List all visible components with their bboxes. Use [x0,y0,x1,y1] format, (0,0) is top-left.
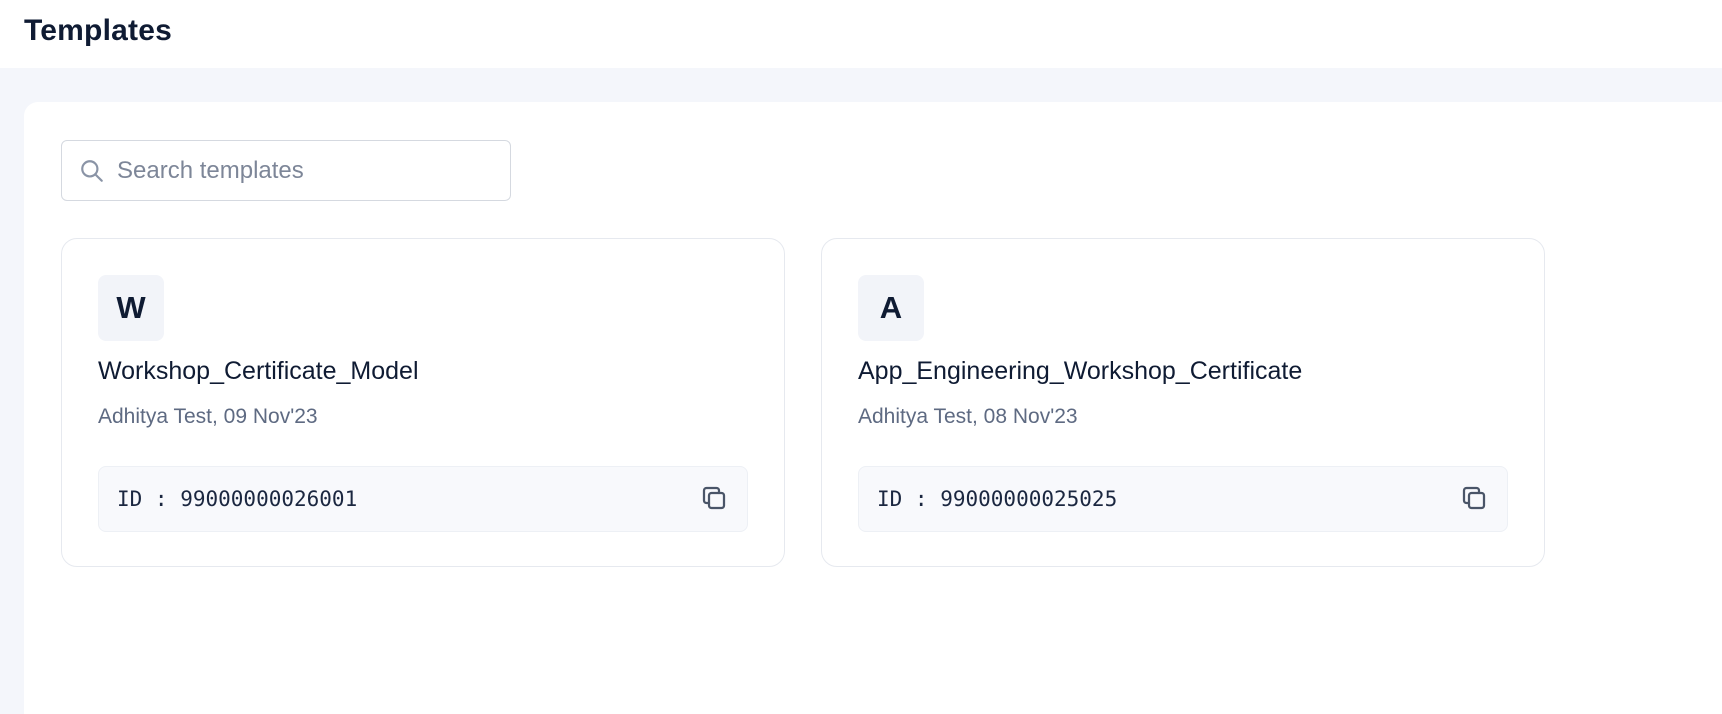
template-id-box: ID : 99000000025025 [858,466,1508,532]
copy-icon[interactable] [699,483,729,513]
template-avatar: A [858,275,924,341]
page-title: Templates [24,14,172,47]
search-icon [81,160,103,182]
template-id: ID : 99000000026001 [117,487,358,511]
copy-icon[interactable] [1459,483,1489,513]
template-meta: Adhitya Test, 09 Nov'23 [98,405,318,428]
template-card[interactable]: A App_Engineering_Workshop_Certificate A… [821,238,1545,567]
template-name[interactable]: Workshop_Certificate_Model [98,357,419,386]
search-input[interactable] [117,141,497,200]
template-id-box: ID : 99000000026001 [98,466,748,532]
template-meta: Adhitya Test, 08 Nov'23 [858,405,1078,428]
template-avatar: W [98,275,164,341]
template-id: ID : 99000000025025 [877,487,1118,511]
page-header: Templates [0,0,1722,68]
search-box[interactable] [61,140,511,201]
template-card[interactable]: W Workshop_Certificate_Model Adhitya Tes… [61,238,785,567]
template-name[interactable]: App_Engineering_Workshop_Certificate [858,357,1302,386]
